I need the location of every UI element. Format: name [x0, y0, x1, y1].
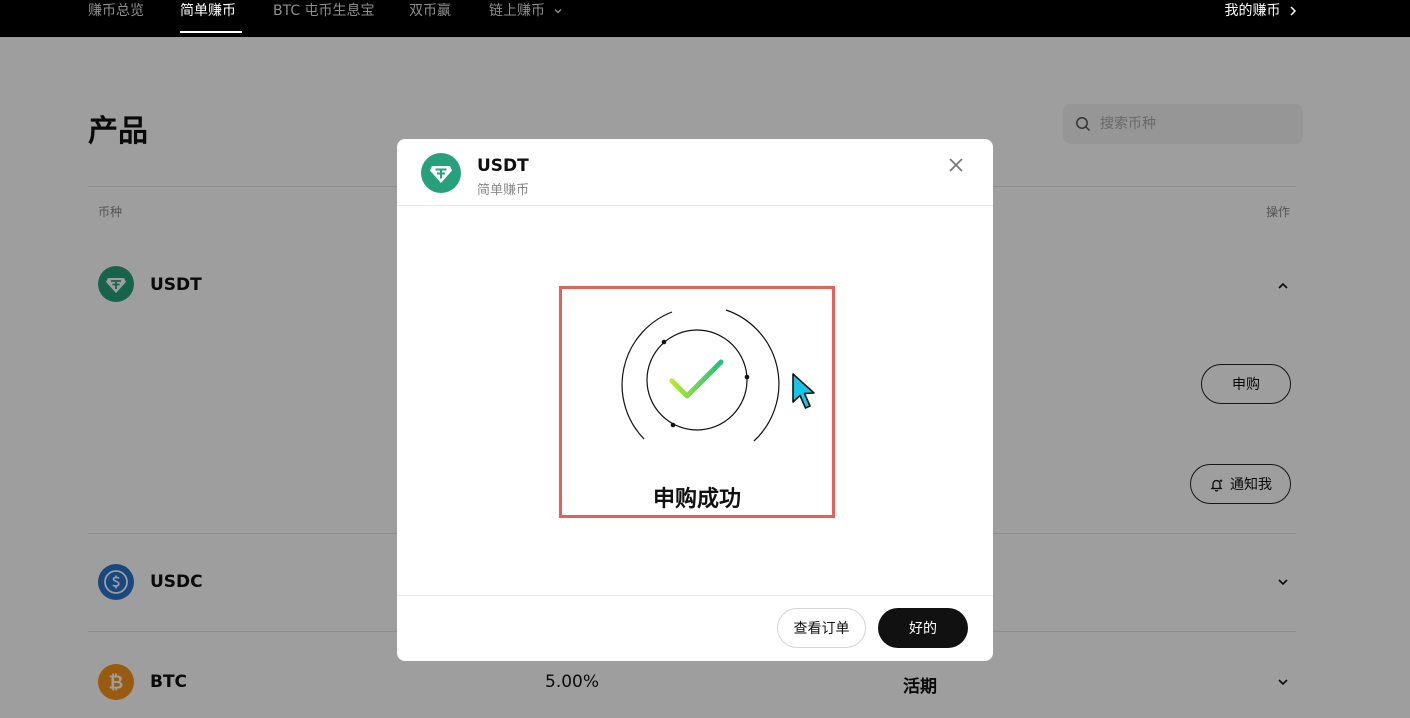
my-earn-link[interactable]: 我的赚币 — [1225, 0, 1298, 22]
modal-coin-title: USDT — [477, 156, 529, 176]
modal-footer-divider — [397, 595, 993, 596]
success-status-text: 申购成功 — [652, 487, 741, 512]
chevron-down-icon — [554, 9, 562, 14]
nav-tab-overview[interactable]: 赚币总览 — [88, 0, 144, 37]
mouse-cursor-icon — [792, 373, 815, 409]
chevron-right-icon — [1290, 6, 1297, 16]
modal-product-subtitle: 简单赚币 — [477, 183, 530, 198]
view-orders-button[interactable]: 查看订单 — [777, 608, 866, 648]
usdt-icon — [421, 153, 461, 193]
nav-tab-btc-hodl[interactable]: BTC 屯币生息宝 — [273, 0, 375, 37]
top-nav: 赚币总览 简单赚币 BTC 屯币生息宝 双币赢 链上赚币 我的赚币 — [0, 0, 1410, 37]
modal-header-divider — [397, 205, 993, 206]
ok-label: 好的 — [909, 621, 937, 637]
nav-active-underline — [180, 31, 242, 33]
success-check-icon — [621, 309, 780, 442]
my-earn-label: 我的赚币 — [1224, 3, 1281, 19]
nav-tab-onchain-earn-label: 链上赚币 — [489, 3, 545, 19]
ok-button[interactable]: 好的 — [878, 608, 968, 648]
view-orders-label: 查看订单 — [793, 621, 850, 637]
subscription-success-dialog: USDT 简单赚币 申购成功 查看订单 好的 — [397, 139, 993, 661]
nav-tab-dual-investment[interactable]: 双币赢 — [409, 0, 451, 37]
close-icon[interactable] — [947, 156, 965, 174]
nav-tab-onchain-earn[interactable]: 链上赚币 — [489, 0, 563, 37]
